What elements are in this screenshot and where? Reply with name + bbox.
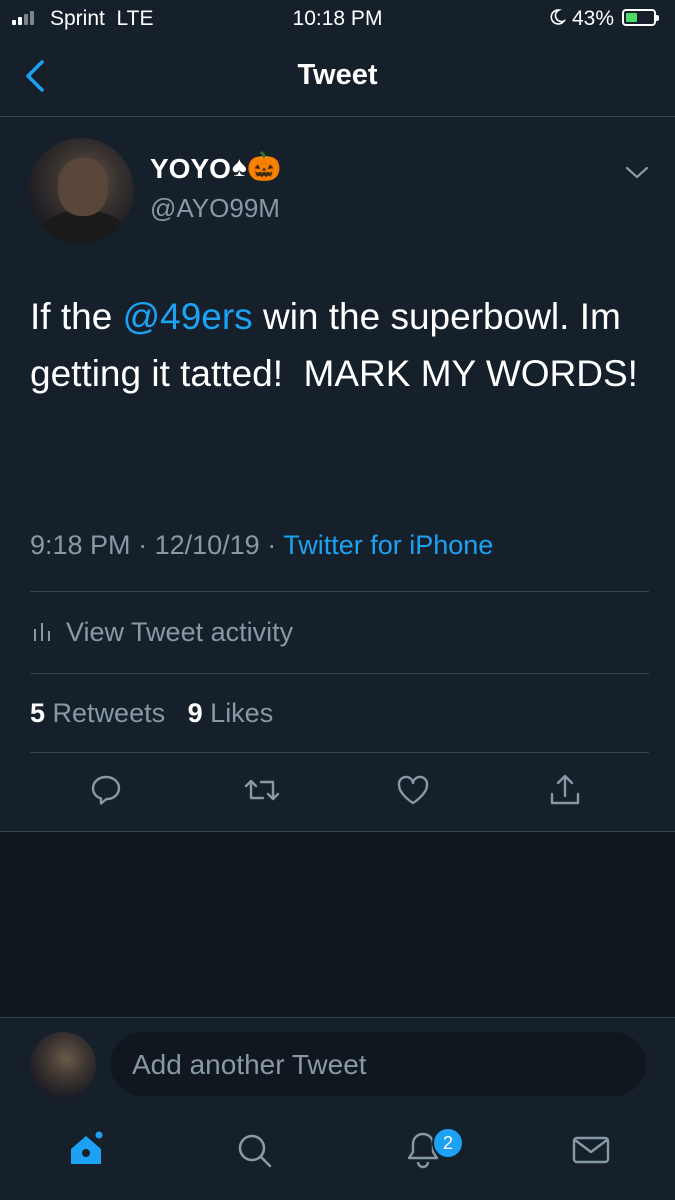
chevron-down-icon[interactable]: [624, 164, 650, 187]
add-tweet-placeholder: Add another Tweet: [132, 1049, 367, 1080]
divider: [30, 752, 649, 753]
tweet-source-link[interactable]: Twitter for iPhone: [283, 530, 493, 560]
author-display-name[interactable]: YOYO: [150, 153, 231, 185]
like-count: 9: [187, 698, 203, 728]
author-avatar[interactable]: [28, 138, 134, 244]
add-tweet-input[interactable]: Add another Tweet: [110, 1032, 646, 1096]
retweets-link[interactable]: 5 Retweets: [30, 698, 165, 728]
moon-icon: [548, 8, 567, 32]
search-icon[interactable]: [234, 1130, 274, 1175]
name-emojis: ♠🎃: [232, 151, 282, 182]
divider: [30, 673, 649, 674]
battery-percent: 43%: [572, 7, 615, 30]
notification-badge: 2: [432, 1127, 464, 1159]
view-activity-row[interactable]: View Tweet activity: [32, 617, 293, 648]
empty-area: [0, 831, 675, 1018]
user-avatar[interactable]: [30, 1032, 96, 1098]
divider: [0, 1017, 675, 1018]
tweet-meta: 9:18 PM · 12/10/19 · Twitter for iPhone: [30, 530, 494, 560]
author-handle[interactable]: @AYO99M: [150, 193, 280, 224]
page-title: Tweet: [297, 59, 378, 91]
bar-chart-icon: [32, 617, 52, 648]
top-nav-bar: Tweet: [0, 40, 675, 117]
share-icon[interactable]: [547, 772, 583, 813]
home-icon[interactable]: [66, 1130, 106, 1175]
tweet-time: 9:18 PM: [30, 530, 131, 560]
status-bar: Sprint LTE 10:18 PM 43%: [0, 0, 675, 36]
view-activity-label: View Tweet activity: [66, 617, 294, 647]
mention-link[interactable]: @49ers: [123, 296, 253, 337]
tweet-text-before: If the: [30, 296, 123, 337]
retweet-label: Retweets: [52, 698, 166, 728]
battery-icon: [622, 9, 659, 26]
likes-link[interactable]: 9 Likes: [188, 698, 274, 728]
tweet-date: 12/10/19: [154, 530, 260, 560]
reply-icon[interactable]: [88, 772, 124, 813]
divider: [30, 591, 649, 592]
engagement-counts: 5 Retweets 9 Likes: [30, 698, 273, 729]
heart-icon[interactable]: [395, 772, 431, 813]
tweet-text: If the @49ers win the superbowl. Im gett…: [30, 288, 650, 402]
retweet-icon[interactable]: [243, 772, 281, 813]
like-label: Likes: [210, 698, 274, 728]
retweet-count: 5: [30, 698, 46, 728]
mail-icon[interactable]: [571, 1130, 611, 1175]
